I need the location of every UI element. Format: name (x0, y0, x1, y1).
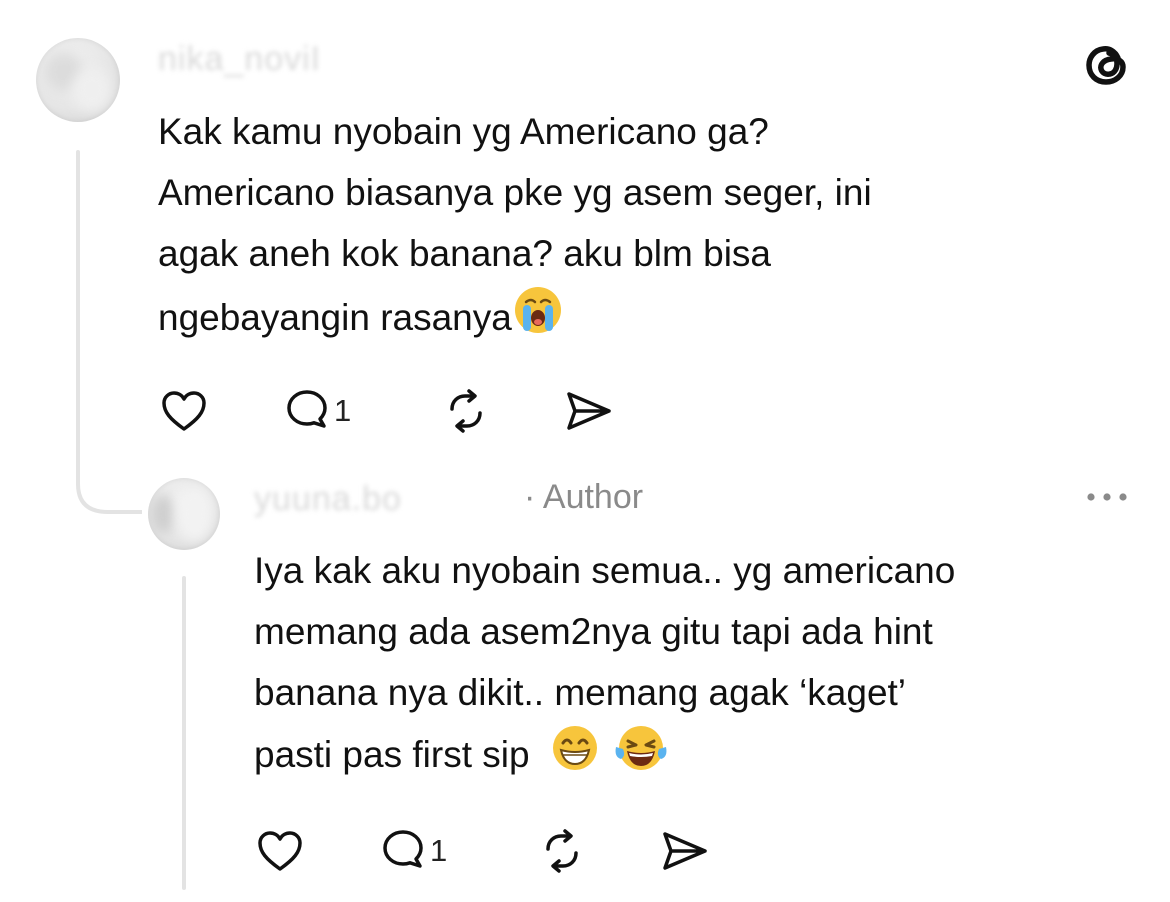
repost-icon (546, 829, 578, 873)
avatar[interactable] (36, 38, 120, 122)
like-button[interactable] (158, 385, 210, 437)
thread-line (182, 576, 186, 890)
more-options-button[interactable] (1082, 484, 1132, 510)
reply-line: banana nya dikit.. memang agak ‘kaget’ (254, 672, 907, 713)
comment-line: Americano biasanya pke yg asem seger, in… (158, 172, 872, 213)
grinning-face-emoji (550, 723, 600, 791)
heart-icon (258, 831, 302, 871)
reply-line: memang ada asem2nya gitu tapi ada hint (254, 611, 933, 652)
reply-button[interactable]: 1 (284, 385, 374, 437)
reply-button[interactable]: 1 (380, 825, 470, 877)
reply-line: Iya kak aku nyobain semua.. yg americano (254, 550, 956, 591)
comment-line: ngebayangin rasanya (158, 297, 512, 338)
thread-line (76, 150, 80, 478)
repost-button[interactable] (440, 385, 492, 437)
thread-connector (76, 464, 144, 516)
more-options-icon (1087, 493, 1127, 501)
avatar[interactable] (148, 478, 220, 550)
like-button[interactable] (254, 825, 306, 877)
threads-logo-icon[interactable] (1082, 38, 1134, 90)
reply-line: pasti pas first sip (254, 734, 530, 775)
reply-count: 1 (430, 833, 448, 868)
reply-body: Iya kak aku nyobain semua.. yg americano… (254, 540, 955, 791)
heart-icon (162, 391, 206, 431)
author-tag: · Author (524, 478, 644, 516)
comment-body: Kak kamu nyobain yg Americano ga? Americ… (158, 101, 872, 354)
comment-line: agak aneh kok banana? aku blm bisa (158, 233, 771, 274)
comment-bubble-icon (287, 390, 327, 428)
reply-count: 1 (334, 393, 352, 428)
comment-line: Kak kamu nyobain yg Americano ga? (158, 111, 769, 152)
share-button[interactable] (563, 385, 615, 437)
send-icon (663, 832, 707, 870)
comment-username[interactable]: nika_noviI (158, 40, 321, 79)
reply-username[interactable]: yuuna.bo (254, 480, 402, 519)
reply-line-last: pasti pas first sip (254, 723, 955, 791)
comment-bubble-icon (383, 830, 423, 868)
repost-button[interactable] (536, 825, 588, 877)
repost-icon (450, 389, 482, 433)
send-icon (567, 392, 611, 430)
loudly-crying-face-emoji (512, 284, 564, 354)
share-button[interactable] (659, 825, 711, 877)
comment-line-last: ngebayangin rasanya (158, 284, 872, 354)
rolling-laughing-face-emoji (614, 723, 668, 791)
